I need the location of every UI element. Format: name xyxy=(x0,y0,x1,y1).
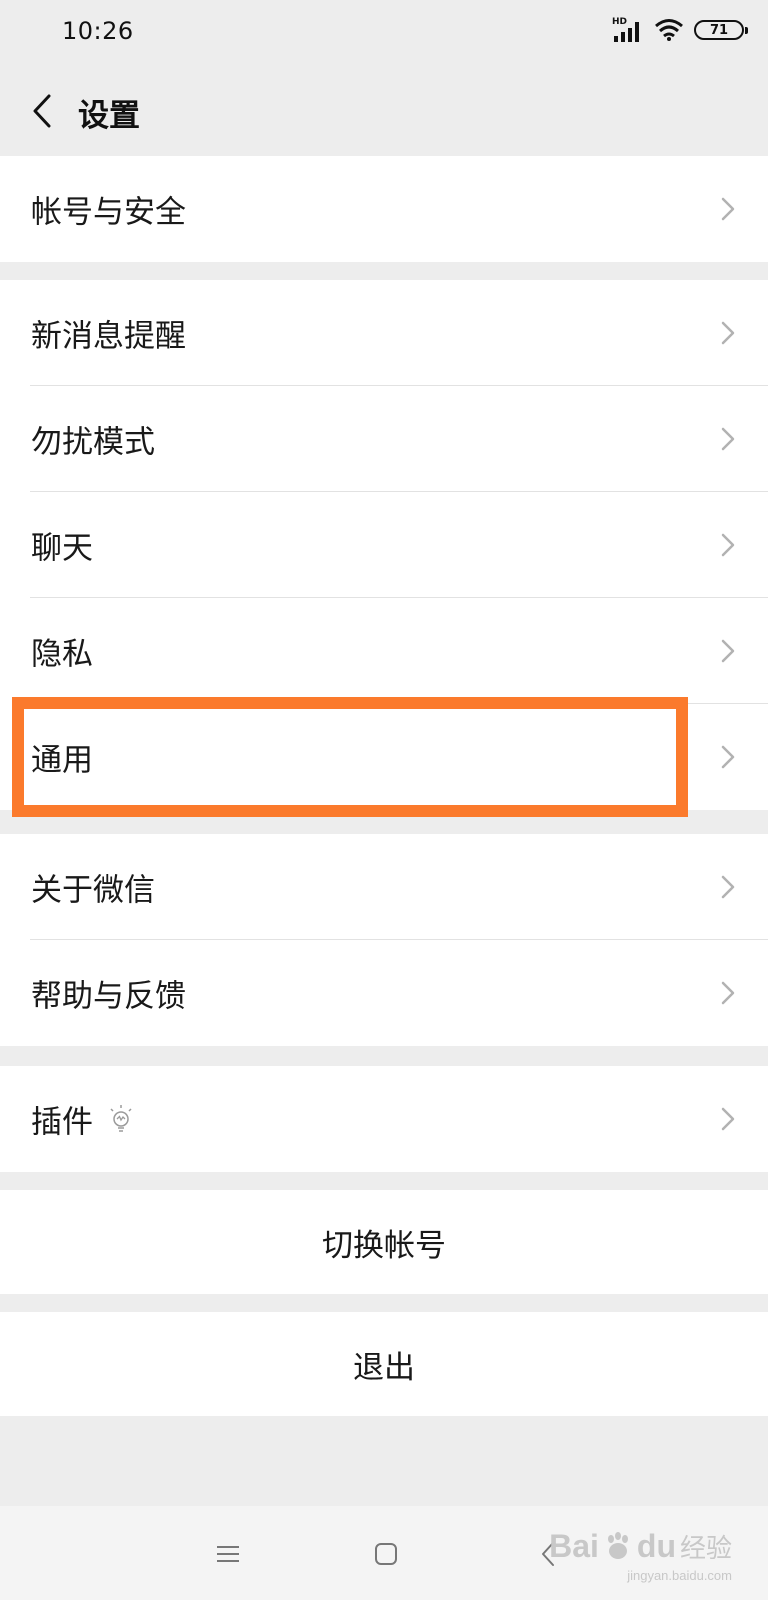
chevron-left-icon xyxy=(33,94,51,128)
settings-item-label: 隐私 xyxy=(31,636,93,673)
status-bar: 10:26 HD 71 xyxy=(0,0,768,66)
watermark-brand: Bai xyxy=(549,1527,599,1564)
main-settings-group: 新消息提醒 勿扰模式 聊天 隐私 通用 xyxy=(0,280,768,810)
home-button[interactable] xyxy=(366,1534,406,1574)
menu-button[interactable] xyxy=(208,1534,248,1574)
home-icon xyxy=(375,1543,397,1565)
chevron-right-icon xyxy=(721,533,735,557)
logout-button[interactable]: 退出 xyxy=(0,1312,768,1416)
page-title: 设置 xyxy=(78,98,140,134)
status-time: 10:26 xyxy=(62,17,134,45)
logout-label: 退出 xyxy=(353,1349,415,1386)
settings-item-help-feedback[interactable]: 帮助与反馈 xyxy=(0,940,768,1046)
settings-item-do-not-disturb[interactable]: 勿扰模式 xyxy=(0,386,768,492)
network-type-label: HD xyxy=(612,17,627,27)
watermark-brand-suffix: du xyxy=(636,1527,676,1564)
account-group: 帐号与安全 xyxy=(0,156,768,262)
title-bar: 设置 xyxy=(0,66,768,156)
settings-item-label: 新消息提醒 xyxy=(31,318,186,355)
about-group: 关于微信 帮助与反馈 xyxy=(0,834,768,1046)
chevron-right-icon xyxy=(721,639,735,663)
settings-item-label: 勿扰模式 xyxy=(31,424,155,461)
paw-icon xyxy=(607,1532,628,1559)
signal-icon: HD xyxy=(612,17,639,42)
battery-level: 71 xyxy=(709,22,729,38)
settings-item-label: 帐号与安全 xyxy=(31,194,186,231)
watermark-domain: jingyan.baidu.com xyxy=(627,1568,732,1583)
chevron-right-icon xyxy=(721,875,735,899)
settings-item-account-security[interactable]: 帐号与安全 xyxy=(0,156,768,262)
switch-account-button[interactable]: 切换帐号 xyxy=(0,1190,768,1294)
settings-item-label: 聊天 xyxy=(31,530,93,567)
settings-item-label: 通用 xyxy=(31,742,93,779)
back-button[interactable] xyxy=(22,86,62,136)
settings-item-label: 关于微信 xyxy=(31,872,155,909)
plugins-group: 插件 xyxy=(0,1066,768,1172)
chevron-right-icon xyxy=(721,427,735,451)
wifi-icon xyxy=(655,19,683,41)
settings-item-new-message-alerts[interactable]: 新消息提醒 xyxy=(0,280,768,386)
settings-item-label: 插件 xyxy=(31,1104,93,1141)
chevron-right-icon xyxy=(721,1107,735,1131)
chevron-right-icon xyxy=(721,745,735,769)
logout-group: 退出 xyxy=(0,1312,768,1416)
settings-item-about-wechat[interactable]: 关于微信 xyxy=(0,834,768,940)
settings-item-plugins[interactable]: 插件 xyxy=(0,1066,768,1172)
battery-icon: 71 xyxy=(694,20,748,40)
settings-item-general[interactable]: 通用 xyxy=(0,704,768,810)
watermark: Bai du 经验 jingyan.baidu.com xyxy=(549,1516,732,1584)
chevron-right-icon xyxy=(721,197,735,221)
status-icons: HD 71 xyxy=(612,14,748,46)
settings-item-label: 帮助与反馈 xyxy=(31,978,186,1015)
settings-item-chat[interactable]: 聊天 xyxy=(0,492,768,598)
lightbulb-icon xyxy=(110,1105,132,1132)
chevron-right-icon xyxy=(721,981,735,1005)
settings-item-privacy[interactable]: 隐私 xyxy=(0,598,768,704)
chevron-right-icon xyxy=(721,321,735,345)
menu-icon xyxy=(217,1546,239,1562)
switch-account-label: 切换帐号 xyxy=(322,1227,446,1264)
watermark-label: 经验 xyxy=(679,1533,732,1564)
switch-account-group: 切换帐号 xyxy=(0,1190,768,1294)
